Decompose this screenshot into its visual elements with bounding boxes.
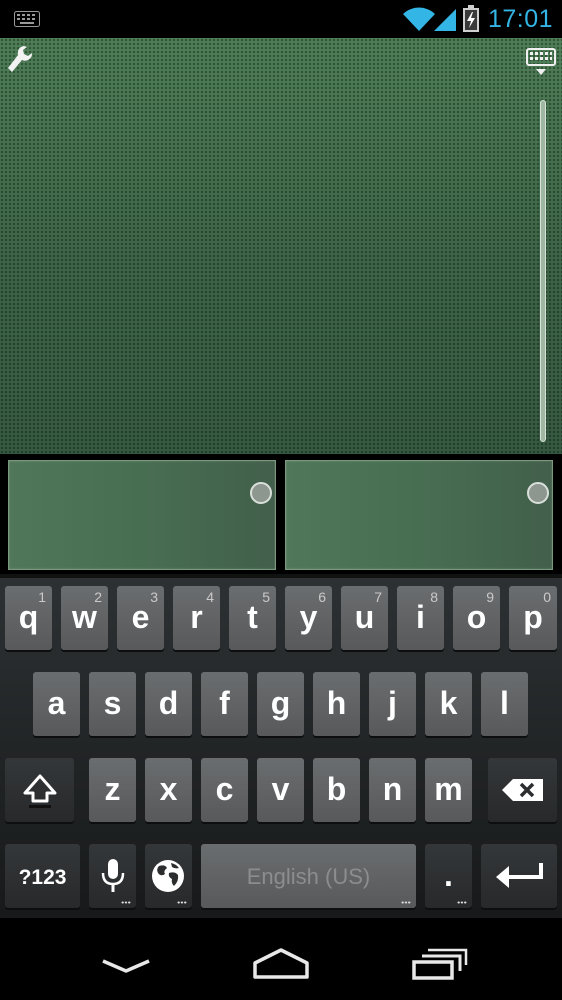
enter-icon xyxy=(496,863,543,888)
key-b[interactable]: b xyxy=(313,758,360,822)
key-letter: c xyxy=(215,771,234,807)
key-letter: j xyxy=(388,685,397,721)
wifi-icon xyxy=(403,7,435,31)
touchpad-area[interactable] xyxy=(0,38,562,454)
key-letter: s xyxy=(103,685,122,721)
key-f[interactable]: f xyxy=(201,672,248,736)
key-letter: w xyxy=(72,599,97,635)
key-w[interactable]: 2w xyxy=(61,586,108,650)
scroll-strip[interactable] xyxy=(540,100,546,442)
backspace-icon xyxy=(502,779,543,801)
keyboard-toggle-icon[interactable] xyxy=(526,48,556,76)
status-clock: 17:01 xyxy=(488,5,554,33)
key-r[interactable]: 4r xyxy=(173,586,220,650)
more-keys-indicator xyxy=(121,901,131,904)
microphone-key[interactable] xyxy=(89,844,136,908)
key-letter: u xyxy=(354,599,375,635)
battery-charging-icon xyxy=(463,5,479,32)
key-letter: i xyxy=(416,599,425,635)
key-letter: r xyxy=(190,599,203,635)
key-letter: g xyxy=(270,685,291,721)
more-keys-indicator xyxy=(457,901,467,904)
key-s[interactable]: s xyxy=(89,672,136,736)
home-icon[interactable] xyxy=(241,945,321,985)
key-letter: o xyxy=(466,599,487,635)
key-y[interactable]: 6y xyxy=(285,586,332,650)
space-label: English (US) xyxy=(246,864,371,889)
left-button-indicator xyxy=(250,482,272,504)
key-m[interactable]: m xyxy=(425,758,472,822)
key-letter: t xyxy=(247,599,258,635)
key-letter: v xyxy=(271,771,290,807)
key-letter: h xyxy=(326,685,347,721)
wrench-icon[interactable] xyxy=(6,44,34,74)
language-key[interactable] xyxy=(145,844,192,908)
period-label: . xyxy=(444,857,453,893)
symbols-label: ?123 xyxy=(18,866,67,889)
key-z[interactable]: z xyxy=(89,758,136,822)
key-u[interactable]: 7u xyxy=(341,586,388,650)
key-q[interactable]: 1q xyxy=(5,586,52,650)
key-o[interactable]: 9o xyxy=(453,586,500,650)
key-a[interactable]: a xyxy=(33,672,80,736)
more-keys-indicator xyxy=(177,901,187,904)
key-x[interactable]: x xyxy=(145,758,192,822)
key-l[interactable]: l xyxy=(481,672,528,736)
backspace-key[interactable] xyxy=(488,758,557,822)
more-keys-indicator xyxy=(401,901,411,904)
left-mouse-button[interactable] xyxy=(8,460,276,570)
key-letter: k xyxy=(439,685,458,721)
shift-key[interactable] xyxy=(5,758,74,822)
key-t[interactable]: 5t xyxy=(229,586,276,650)
key-c[interactable]: c xyxy=(201,758,248,822)
key-letter: n xyxy=(382,771,403,807)
key-letter: m xyxy=(434,771,463,807)
back-icon[interactable] xyxy=(86,945,166,985)
key-letter: q xyxy=(18,599,39,635)
signal-icon xyxy=(434,9,456,31)
key-i[interactable]: 8i xyxy=(397,586,444,650)
space-key[interactable]: English (US) xyxy=(201,844,416,908)
key-letter: f xyxy=(219,685,230,721)
key-letter: x xyxy=(159,771,178,807)
key-e[interactable]: 3e xyxy=(117,586,164,650)
key-letter: z xyxy=(104,771,121,807)
key-letter: b xyxy=(326,771,347,807)
key-letter: e xyxy=(131,599,150,635)
key-letter: y xyxy=(299,599,318,635)
key-letter: a xyxy=(47,685,66,721)
key-d[interactable]: d xyxy=(145,672,192,736)
globe-icon xyxy=(152,860,184,892)
key-v[interactable]: v xyxy=(257,758,304,822)
period-key[interactable]: . xyxy=(425,844,472,908)
key-letter: p xyxy=(523,599,543,635)
key-k[interactable]: k xyxy=(425,672,472,736)
recent-apps-icon[interactable] xyxy=(398,945,478,985)
key-letter: l xyxy=(500,685,509,721)
key-n[interactable]: n xyxy=(369,758,416,822)
key-g[interactable]: g xyxy=(257,672,304,736)
shift-icon xyxy=(23,774,57,808)
key-letter: d xyxy=(158,685,179,721)
key-h[interactable]: h xyxy=(313,672,360,736)
key-j[interactable]: j xyxy=(369,672,416,736)
key-p[interactable]: 0p xyxy=(509,586,557,650)
right-mouse-button[interactable] xyxy=(285,460,553,570)
keyboard-notification-icon xyxy=(14,11,40,27)
right-button-indicator xyxy=(527,482,549,504)
enter-key[interactable] xyxy=(481,844,557,908)
status-bar: 17:01 xyxy=(0,0,562,38)
symbols-key[interactable]: ?123 xyxy=(5,844,80,908)
microphone-icon xyxy=(101,859,125,892)
